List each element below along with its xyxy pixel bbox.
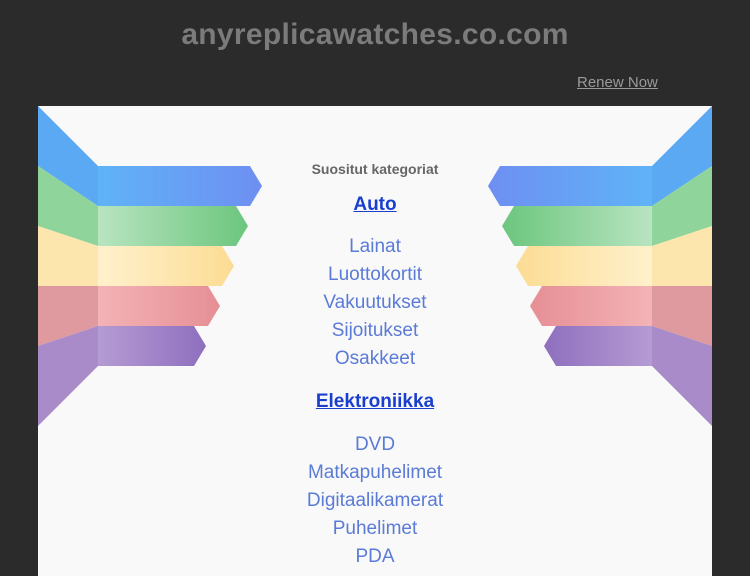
category-link[interactable]: Vakuutukset (38, 292, 712, 314)
renew-now-link[interactable]: Renew Now (577, 74, 658, 91)
category-link[interactable]: Puhelimet (38, 518, 712, 540)
category-link[interactable]: DVD (38, 434, 712, 456)
category-link[interactable]: Osakkeet (38, 348, 712, 370)
category-link[interactable]: PDA (38, 546, 712, 568)
content-panel: Suositut kategoriat Auto Lainat Luottoko… (38, 106, 712, 576)
category-link[interactable]: Matkapuhelimet (38, 462, 712, 484)
group-title-elektroniikka[interactable]: Elektroniikka (38, 391, 712, 413)
categories-heading: Suositut kategoriat (311, 161, 439, 177)
category-link[interactable]: Luottokortit (38, 264, 712, 286)
group-title-auto[interactable]: Auto (38, 194, 712, 216)
domain-title: anyreplicawatches.co.com (181, 18, 569, 51)
category-link[interactable]: Sijoitukset (38, 320, 712, 342)
category-link[interactable]: Lainat (38, 236, 712, 258)
category-link[interactable]: Digitaalikamerat (38, 490, 712, 512)
